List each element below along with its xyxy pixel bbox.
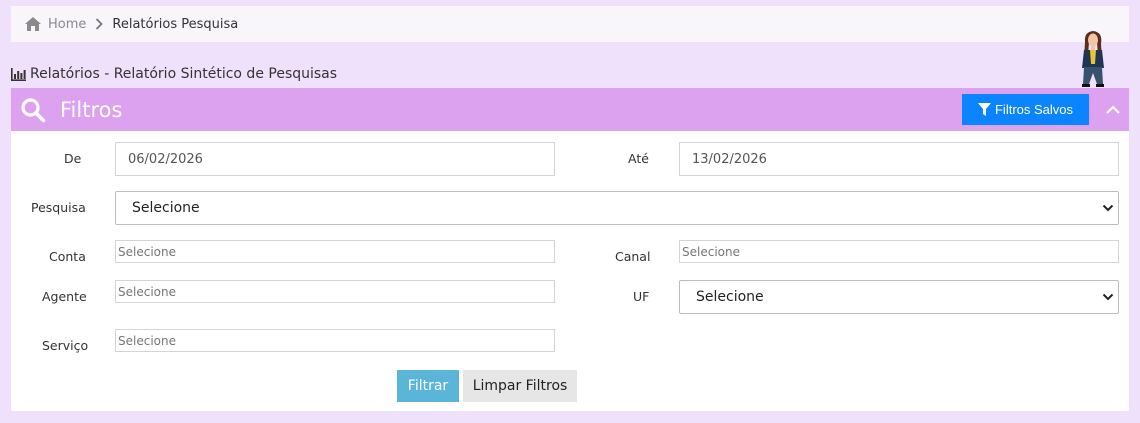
filter-icon (977, 103, 991, 116)
page-title: Relatórios - Relatório Sintético de Pesq… (11, 66, 337, 82)
home-icon[interactable] (25, 17, 41, 31)
search-icon (21, 97, 46, 122)
saved-filters-label: Filtros Salvos (994, 102, 1074, 117)
agente-label: Agente (42, 289, 87, 304)
saved-filters-button[interactable]: Filtros Salvos (962, 94, 1089, 125)
filter-button[interactable]: Filtrar (397, 370, 459, 402)
page-title-text: Relatórios - Relatório Sintético de Pesq… (30, 66, 338, 82)
ate-label: Até (628, 151, 649, 166)
uf-select[interactable]: Selecione (679, 280, 1119, 314)
conta-input[interactable]: Selecione (115, 240, 555, 263)
ate-date-input[interactable]: 13/02/2026 (679, 142, 1119, 176)
uf-select-value: Selecione (696, 289, 764, 305)
breadcrumb: Home Relatórios Pesquisa (11, 6, 1129, 42)
pesquisa-select-value: Selecione (132, 200, 200, 216)
chevron-down-icon (1102, 204, 1114, 212)
de-label: De (64, 151, 82, 166)
chevron-up-icon[interactable] (1105, 102, 1121, 116)
pesquisa-select[interactable]: Selecione (115, 191, 1119, 225)
canal-label: Canal (615, 249, 651, 264)
bar-chart-icon (11, 67, 26, 81)
de-date-input[interactable]: 06/02/2026 (115, 142, 555, 176)
breadcrumb-home-link[interactable]: Home (48, 17, 86, 32)
canal-input[interactable]: Selecione (679, 240, 1119, 263)
agente-input[interactable]: Selecione (115, 280, 555, 303)
servico-label: Serviço (42, 338, 89, 353)
assistant-avatar[interactable] (1076, 28, 1110, 88)
pesquisa-label: Pesquisa (31, 200, 86, 215)
filters-panel-body: De 06/02/2026 Até 13/02/2026 Pesquisa Se… (11, 131, 1129, 411)
clear-filters-button[interactable]: Limpar Filtros (463, 370, 577, 402)
chevron-right-icon (96, 18, 104, 30)
panel-title: Filtros (60, 97, 123, 122)
conta-label: Conta (49, 249, 86, 264)
breadcrumb-current: Relatórios Pesquisa (112, 16, 239, 32)
chevron-down-icon (1102, 293, 1114, 301)
filters-panel-header: Filtros Filtros Salvos (11, 88, 1129, 131)
uf-label: UF (633, 289, 650, 304)
servico-input[interactable]: Selecione (115, 329, 555, 352)
